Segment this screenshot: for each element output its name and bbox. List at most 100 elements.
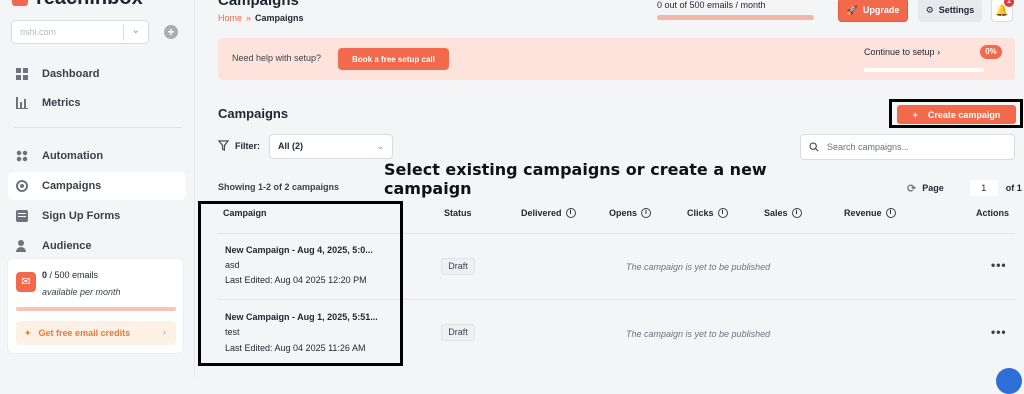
mail-icon: ✉ — [16, 272, 36, 292]
breadcrumb-separator: » — [246, 13, 252, 23]
create-campaign-highlight: + Create campaign — [889, 99, 1023, 128]
page-title: Campaigns — [218, 0, 299, 9]
search-icon — [809, 142, 819, 152]
audience-icon — [16, 240, 28, 252]
email-quota-bar — [657, 15, 814, 20]
status-badge: Draft — [441, 258, 475, 275]
column-header-delivered[interactable]: Delivered i — [521, 208, 576, 218]
brand-logo[interactable]: reachinbox — [12, 0, 143, 10]
brand-name: reachinbox — [36, 0, 143, 10]
breadcrumb-home-link[interactable]: Home — [218, 13, 242, 23]
column-header-revenue[interactable]: Revenue i — [844, 208, 896, 218]
sidebar-item-audience[interactable]: Audience — [8, 232, 186, 260]
sidebar-item-metrics[interactable]: Metrics — [8, 89, 186, 117]
pagination: ⟳ Page 1 of 1 — [907, 180, 1022, 196]
settings-label: Settings — [938, 5, 975, 15]
add-workspace-icon[interactable]: + — [164, 25, 178, 39]
chevron-right-icon: › — [163, 327, 166, 337]
sidebar-item-label: Dashboard — [42, 68, 100, 80]
column-header-actions: Actions — [976, 208, 1010, 218]
dashboard-icon — [16, 68, 28, 80]
row-actions-icon[interactable]: ••• — [991, 258, 1007, 272]
sidebar-divider — [14, 127, 182, 128]
page-total: of 1 — [1005, 183, 1022, 193]
gear-icon: ⚙ — [925, 4, 934, 15]
campaign-column-highlight — [198, 201, 403, 366]
search-box[interactable] — [800, 134, 1015, 160]
settings-button[interactable]: ⚙ Settings — [918, 0, 982, 22]
sidebar-item-automation[interactable]: Automation — [8, 142, 186, 170]
book-setup-call-button[interactable]: Book a free setup call — [338, 48, 449, 70]
free-credits-button[interactable]: ✦ Get free email credits › — [16, 321, 176, 345]
showing-count: Showing 1-2 of 2 campaigns — [218, 182, 340, 192]
info-icon[interactable]: i — [641, 208, 652, 218]
free-credits-label: Get free email credits — [38, 328, 131, 338]
sparkle-icon: ✦ — [24, 327, 32, 338]
form-icon — [16, 210, 28, 222]
chevron-right-icon: › — [937, 47, 941, 57]
campaign-icon — [16, 180, 28, 192]
notification-badge: 1 — [1004, 0, 1014, 7]
sidebar-item-label: Automation — [42, 150, 104, 162]
breadcrumb: Home » Campaigns — [218, 13, 304, 23]
create-campaign-label: Create campaign — [927, 109, 1001, 120]
status-badge: Draft — [441, 324, 475, 341]
setup-progress-badge: 0% — [980, 45, 1002, 59]
upgrade-label: Upgrade — [862, 5, 900, 15]
instruction-annotation: Select existing campaigns or create a ne… — [384, 160, 767, 198]
rocket-icon: 🚀 — [846, 4, 858, 15]
setup-progress-bar — [864, 68, 984, 72]
page-input[interactable]: 1 — [969, 180, 998, 196]
sidebar-item-label: Campaigns — [42, 180, 102, 192]
campaigns-heading: Campaigns — [218, 106, 289, 121]
email-quota-text: 0 out of 500 emails / month — [657, 0, 766, 10]
sidebar: reachinbox rishi.com ⌄ + Dashboard Metri… — [0, 0, 195, 377]
column-header-opens[interactable]: Opens i — [609, 208, 652, 218]
row-actions-icon[interactable]: ••• — [991, 325, 1007, 339]
create-campaign-button[interactable]: + Create campaign — [897, 105, 1016, 124]
continue-setup-link[interactable]: Continue to setup › — [864, 47, 940, 57]
email-credits-card: ✉ 0 / 500 emails available per month ✦ G… — [7, 258, 184, 354]
sidebar-item-signup-forms[interactable]: Sign Up Forms — [8, 202, 186, 230]
info-icon[interactable]: i — [717, 208, 728, 218]
filter-icon — [218, 140, 229, 151]
workspace-divider — [123, 25, 124, 41]
refresh-icon[interactable]: ⟳ — [907, 182, 916, 195]
plus-icon: + — [912, 109, 918, 120]
column-header-sales[interactable]: Sales i — [764, 208, 802, 218]
chevron-down-icon: ⌄ — [131, 25, 140, 36]
email-count-subtitle: available per month — [42, 287, 121, 297]
breadcrumb-current: Campaigns — [255, 13, 304, 23]
workspace-name: rishi.com — [20, 27, 57, 37]
page-label: Page — [922, 183, 944, 193]
workspace-select[interactable]: rishi.com ⌄ — [11, 20, 149, 44]
automation-icon — [16, 150, 28, 162]
search-input[interactable] — [827, 142, 997, 152]
info-icon[interactable]: i — [791, 208, 802, 218]
notifications-button[interactable]: 🔔 1 — [991, 0, 1014, 22]
help-chat-icon[interactable] — [996, 368, 1022, 394]
email-usage-bar — [16, 307, 176, 311]
sidebar-item-campaigns[interactable]: Campaigns — [8, 172, 186, 200]
filter-label: Filter: — [218, 140, 260, 151]
brand-mark-icon — [12, 0, 28, 6]
column-header-status[interactable]: Status — [444, 208, 472, 218]
sidebar-item-label: Metrics — [42, 97, 81, 109]
info-icon[interactable]: i — [885, 208, 896, 218]
email-count: 0 / 500 emails — [42, 270, 99, 280]
column-header-clicks[interactable]: Clicks i — [687, 208, 728, 218]
setup-question: Need help with setup? — [232, 53, 322, 63]
filter-value: All (2) — [278, 141, 304, 151]
bar-chart-icon — [16, 97, 28, 109]
sidebar-item-label: Audience — [42, 240, 92, 252]
info-icon[interactable]: i — [565, 208, 576, 218]
main-content: Campaigns Home» Campaigns 0 out of 500 em… — [196, 0, 1024, 394]
unpublished-note: The campaign is yet to be published — [626, 262, 771, 272]
sidebar-item-dashboard[interactable]: Dashboard — [8, 60, 186, 88]
unpublished-note: The campaign is yet to be published — [626, 329, 771, 339]
sidebar-item-label: Sign Up Forms — [42, 210, 121, 222]
chevron-down-icon: ⌄ — [376, 141, 384, 151]
upgrade-button[interactable]: 🚀 Upgrade — [838, 0, 908, 22]
setup-banner: Need help with setup? Book a free setup … — [218, 38, 1015, 80]
filter-select[interactable]: All (2) ⌄ — [269, 134, 393, 159]
